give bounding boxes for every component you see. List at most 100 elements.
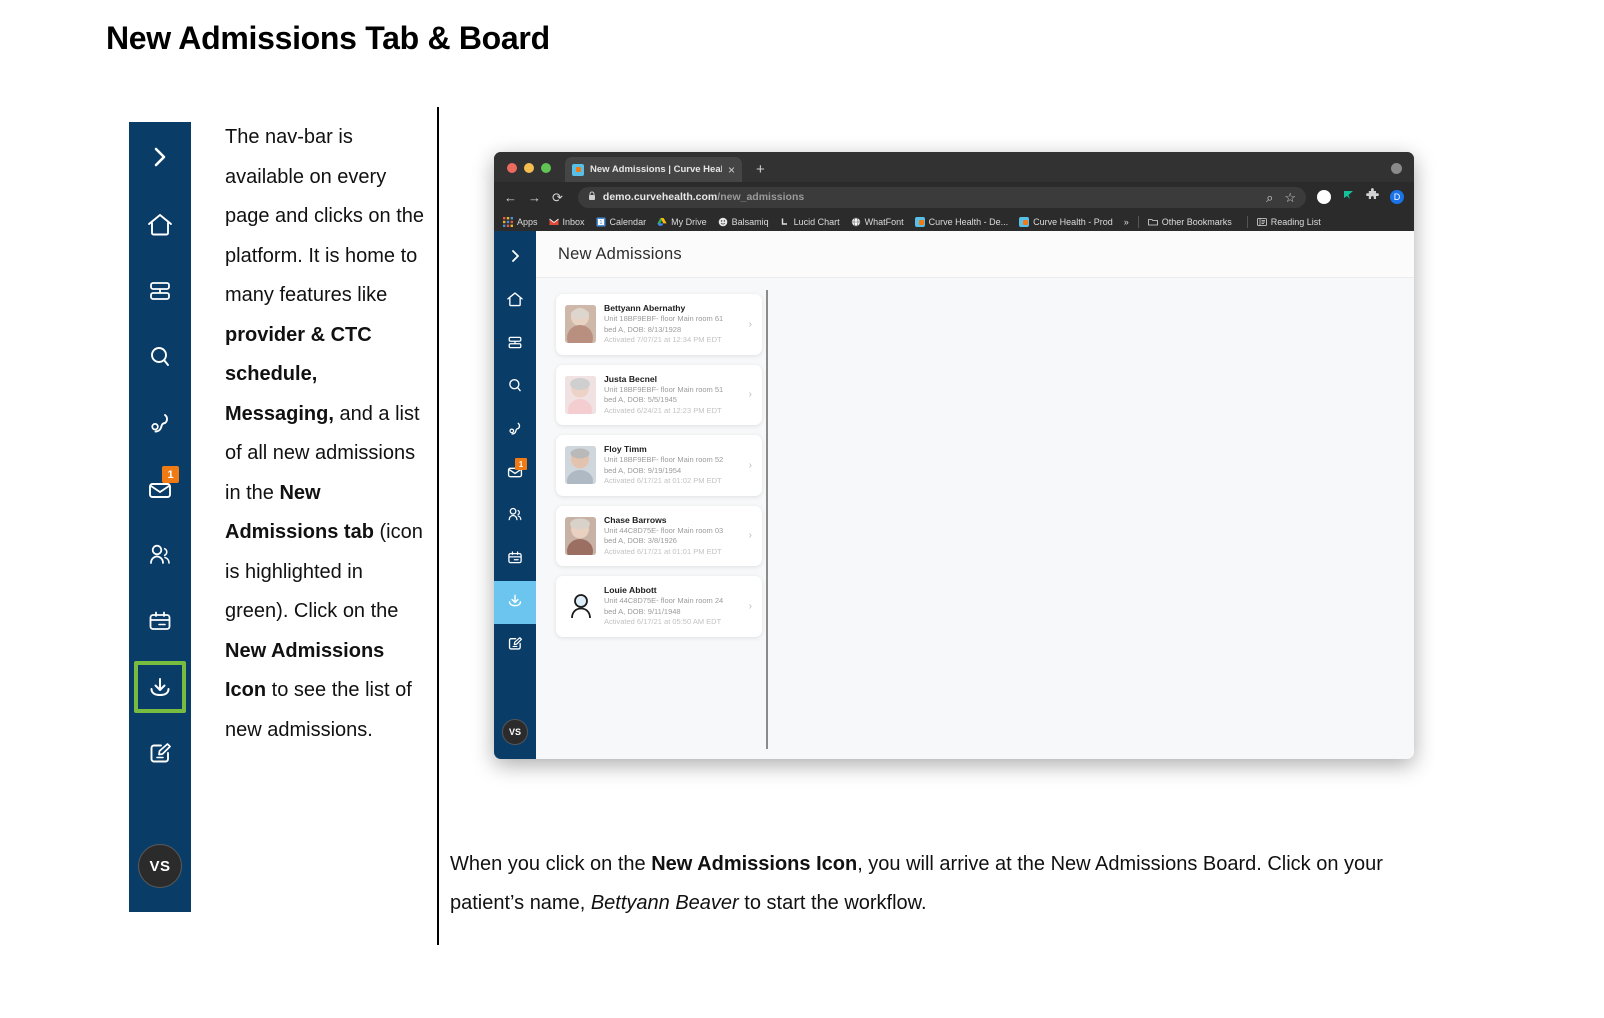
patient-name: Chase Barrows — [604, 514, 667, 525]
sidebar-item-new-admissions[interactable] — [134, 661, 186, 713]
app-sidebar-item-new-admissions[interactable] — [494, 581, 536, 624]
back-button[interactable]: ← — [504, 191, 517, 204]
chevron-right-icon[interactable]: › — [749, 460, 754, 471]
chevron-right-icon[interactable]: › — [749, 319, 754, 330]
search-icon — [146, 344, 174, 370]
bookmark-calendar[interactable]: 1 Calendar — [596, 217, 653, 227]
browser-tab[interactable]: New Admissions | Curve Health × — [565, 157, 742, 182]
sidebar-item-messages[interactable]: 1 — [129, 456, 191, 522]
caption-seg-0: When you click on the — [450, 853, 652, 875]
patient-photo — [565, 375, 596, 414]
account-avatar[interactable]: D — [1390, 190, 1404, 204]
patient-name: Floy Timm — [604, 444, 647, 454]
sidebar-item-calls[interactable] — [129, 390, 191, 456]
bookmark-balsamiq[interactable]: Balsamiq — [718, 217, 775, 227]
extension-green-icon[interactable] — [1342, 188, 1355, 206]
patient-card[interactable]: Chase Barrows Unit 44C8D75E- floor Main … — [556, 505, 762, 566]
app-sidebar-item-patients[interactable] — [494, 495, 536, 538]
sidebar-item-calendar[interactable] — [129, 588, 191, 654]
forward-button[interactable]: → — [528, 191, 541, 204]
home-icon — [146, 212, 174, 238]
app-sidebar-item-schedule[interactable] — [494, 323, 536, 366]
app-sidebar-item-calendar[interactable] — [494, 538, 536, 581]
avatar[interactable]: VS — [138, 844, 182, 888]
browser-titlebar: New Admissions | Curve Health × + — [494, 152, 1414, 182]
app-sidebar-item-notes[interactable] — [494, 624, 536, 667]
close-icon[interactable]: × — [728, 164, 735, 176]
patient-activated: Activated 7/07/21 at 12:34 PM EDT — [604, 335, 722, 344]
calendar-icon — [146, 608, 174, 634]
minimize-window-button[interactable] — [524, 163, 534, 173]
patient-info: Bettyann Abernathy Unit 18BF9EBF- floor … — [604, 303, 741, 346]
app-sidebar-item-search[interactable] — [494, 366, 536, 409]
bookmark-inbox[interactable]: Inbox — [548, 217, 591, 227]
new-tab-button[interactable]: + — [756, 161, 765, 178]
profile-circle-icon[interactable] — [1317, 190, 1331, 204]
patient-info: Louie Abbott Unit 44C8D75E- floor Main r… — [604, 585, 741, 628]
app-sidebar-item-expand-chevron[interactable] — [494, 237, 536, 280]
reload-button[interactable]: ⟳ — [552, 191, 563, 204]
sidebar-item-expand-chevron[interactable] — [129, 122, 191, 192]
search-icon — [506, 377, 524, 399]
omnibox-actions: ⌕ ☆ — [1266, 191, 1296, 204]
download-tray-icon — [506, 592, 524, 614]
patient-card[interactable]: Bettyann Abernathy Unit 18BF9EBF- floor … — [556, 294, 762, 355]
patient-avatar-placeholder-icon — [565, 587, 596, 626]
sidebar-item-patients[interactable] — [129, 522, 191, 588]
chevron-right-icon[interactable]: › — [749, 530, 754, 541]
bookmark-label: Curve Health - De... — [928, 216, 1009, 227]
bookmarks-overflow-button[interactable]: » — [1124, 217, 1129, 227]
reading-list-button[interactable]: Reading List — [1256, 216, 1327, 227]
sidebar-item-search[interactable] — [129, 324, 191, 390]
app-body: Bettyann Abernathy Unit 18BF9EBF- floor … — [536, 278, 1414, 759]
address-bar[interactable]: demo.curvehealth.com/new_admissions ⌕ ☆ — [577, 186, 1306, 208]
app-sidebar-item-home[interactable] — [494, 280, 536, 323]
bookmarks-separator — [1137, 215, 1139, 228]
chevron-right-icon[interactable]: › — [749, 389, 754, 400]
chevron-right-icon — [152, 146, 168, 168]
app-main: New Admissions Bettyann Abernathy Unit 1… — [536, 231, 1414, 759]
chevron-right-icon — [510, 249, 520, 268]
bookmark-whatfont[interactable]: WhatFont — [851, 217, 910, 227]
extensions-puzzle-icon[interactable] — [1366, 188, 1379, 206]
nav-bar: 1 VS — [129, 122, 191, 912]
close-window-button[interactable] — [507, 163, 517, 173]
sidebar-item-home[interactable] — [129, 192, 191, 258]
reading-list-label: Reading List — [1270, 216, 1321, 227]
window-controls[interactable] — [494, 163, 551, 182]
maximize-window-button[interactable] — [541, 163, 551, 173]
bookmark-curve-health-demo[interactable]: Curve Health - De... — [914, 216, 1015, 227]
sidebar-item-notes[interactable] — [129, 720, 191, 786]
browser-toolbar: ← → ⟳ demo.curvehealth.com/new_admission… — [494, 182, 1414, 212]
sidebar-item-schedule[interactable] — [129, 258, 191, 324]
patient-card[interactable]: Louie Abbott Unit 44C8D75E- floor Main r… — [556, 576, 762, 637]
patient-card[interactable]: Floy Timm Unit 18BF9EBF- floor Main room… — [556, 435, 762, 496]
other-bookmarks-button[interactable]: Other Bookmarks — [1147, 217, 1238, 227]
chevron-right-icon[interactable]: › — [749, 601, 754, 612]
bookmark-curve-health-prod[interactable]: Curve Health - Prod — [1019, 216, 1119, 227]
schedule-icon — [146, 278, 174, 304]
caption-seg-1: New Admissions Icon — [651, 853, 858, 875]
app-sidebar-item-calls[interactable] — [494, 409, 536, 452]
app-sidebar-item-messages[interactable]: 1 — [494, 452, 536, 495]
bookmark-apps[interactable]: Apps — [503, 216, 544, 227]
patient-location: Unit 44C8D75E- floor Main room 03 — [604, 525, 724, 535]
home-icon — [506, 291, 524, 313]
patient-name: Justa Becnel — [604, 373, 658, 384]
bookmarks-bar: Apps Inbox 1 Calendar My Drive Balsamiq … — [494, 212, 1414, 231]
bookmark-star-icon[interactable]: ☆ — [1284, 191, 1296, 204]
patient-card[interactable]: Justa Becnel Unit 18BF9EBF- floor Main r… — [556, 364, 762, 425]
download-tray-icon — [146, 674, 174, 700]
drive-icon — [657, 217, 667, 226]
bookmark-label: Lucid Chart — [793, 216, 840, 227]
url-text: demo.curvehealth.com/new_admissions — [603, 191, 804, 203]
bookmark-my-drive[interactable]: My Drive — [657, 217, 713, 227]
patient-location: Unit 18BF9EBF- floor Main room 61 — [604, 314, 724, 323]
bookmark-lucid-chart[interactable]: Lucid Chart — [780, 217, 846, 227]
app-avatar[interactable]: VS — [502, 719, 528, 745]
patient-bed-dob: bed A, DOB: 9/11/1948 — [604, 606, 681, 616]
messages-badge: 1 — [162, 466, 179, 483]
patient-activated: Activated 6/24/21 at 12:23 PM EDT — [604, 405, 722, 415]
app-header: New Admissions — [536, 231, 1414, 278]
search-icon[interactable]: ⌕ — [1266, 191, 1273, 204]
